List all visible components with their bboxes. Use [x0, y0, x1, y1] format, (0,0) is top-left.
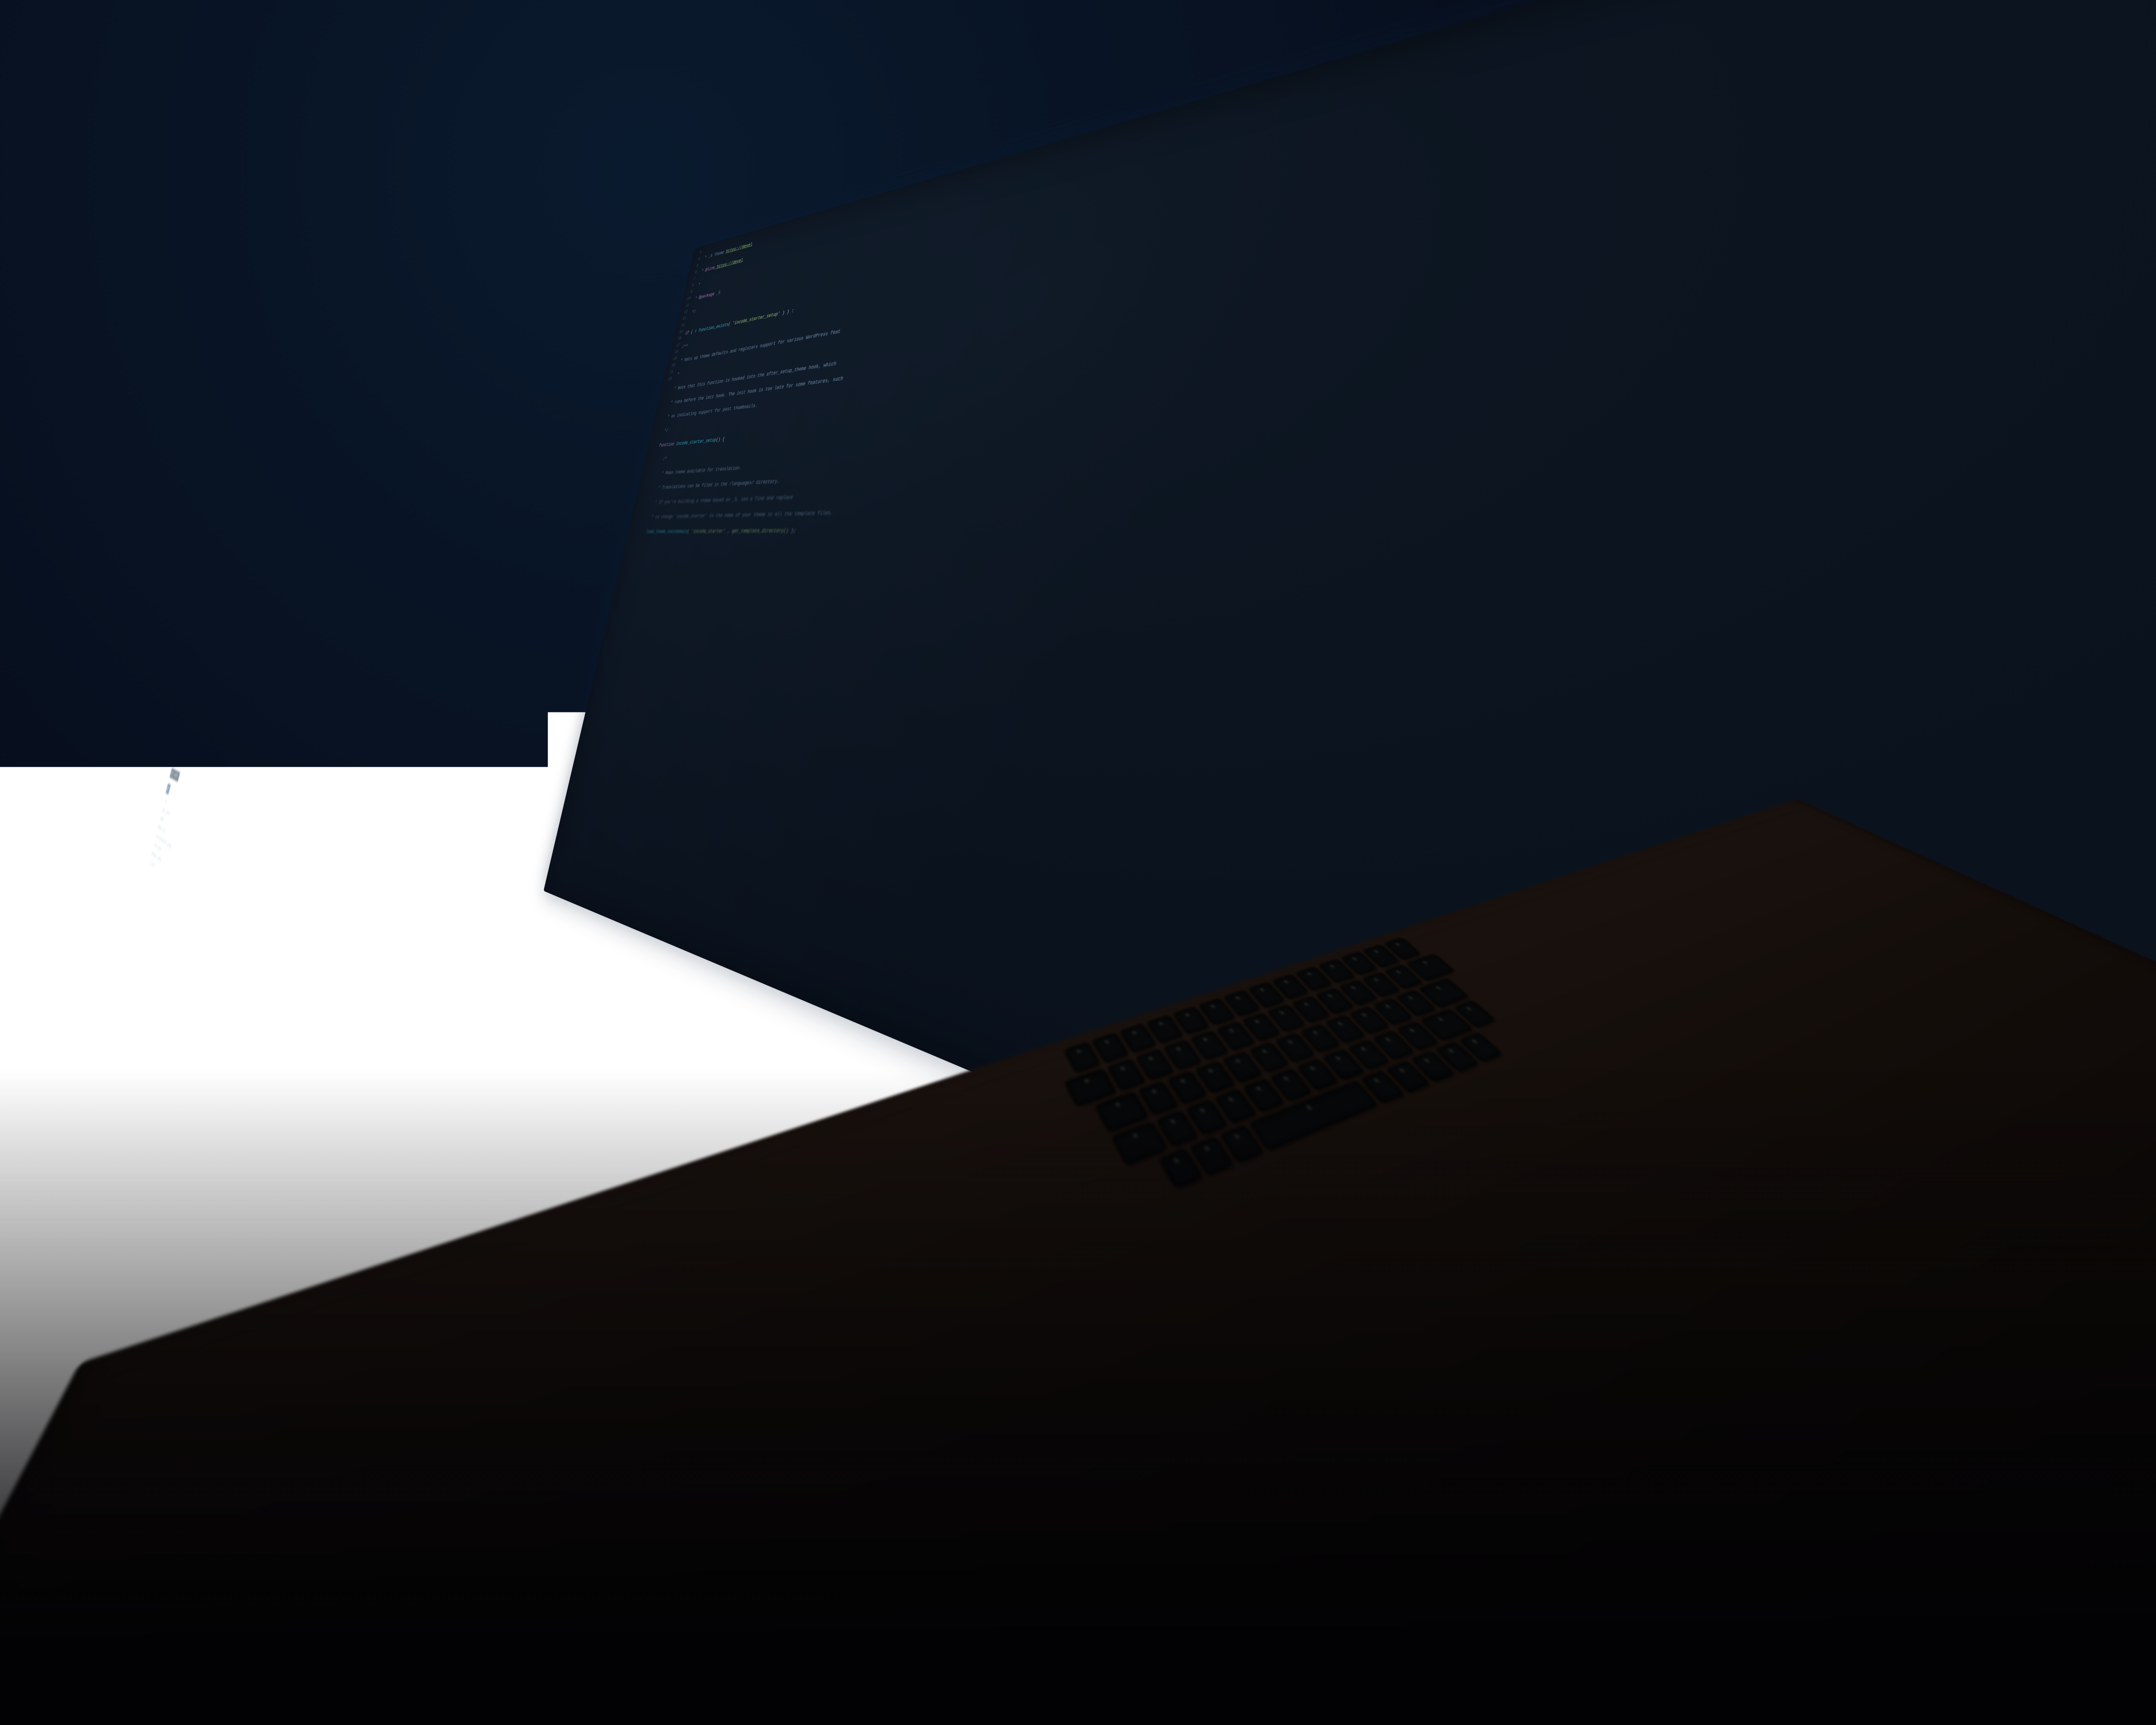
file-tab: st.xml [169, 768, 180, 782]
keyboard-key [1112, 1123, 1167, 1164]
keyboard-key [1121, 1025, 1156, 1053]
keyboard-key [1147, 1016, 1182, 1043]
photo-scene: 345678910111213141516171819202122 * _S T… [0, 0, 2156, 1725]
file-tab: p [166, 783, 171, 794]
keyboard-key [1096, 1092, 1148, 1131]
line-number: 22 [663, 376, 673, 384]
keyboard-key [1139, 1082, 1178, 1114]
keyboard-key [1137, 1050, 1173, 1079]
keyboard-key [1065, 1070, 1116, 1106]
keyboard-key [1065, 1043, 1100, 1072]
keyboard-key [1108, 1060, 1145, 1090]
keyboard-key [1093, 1034, 1128, 1062]
